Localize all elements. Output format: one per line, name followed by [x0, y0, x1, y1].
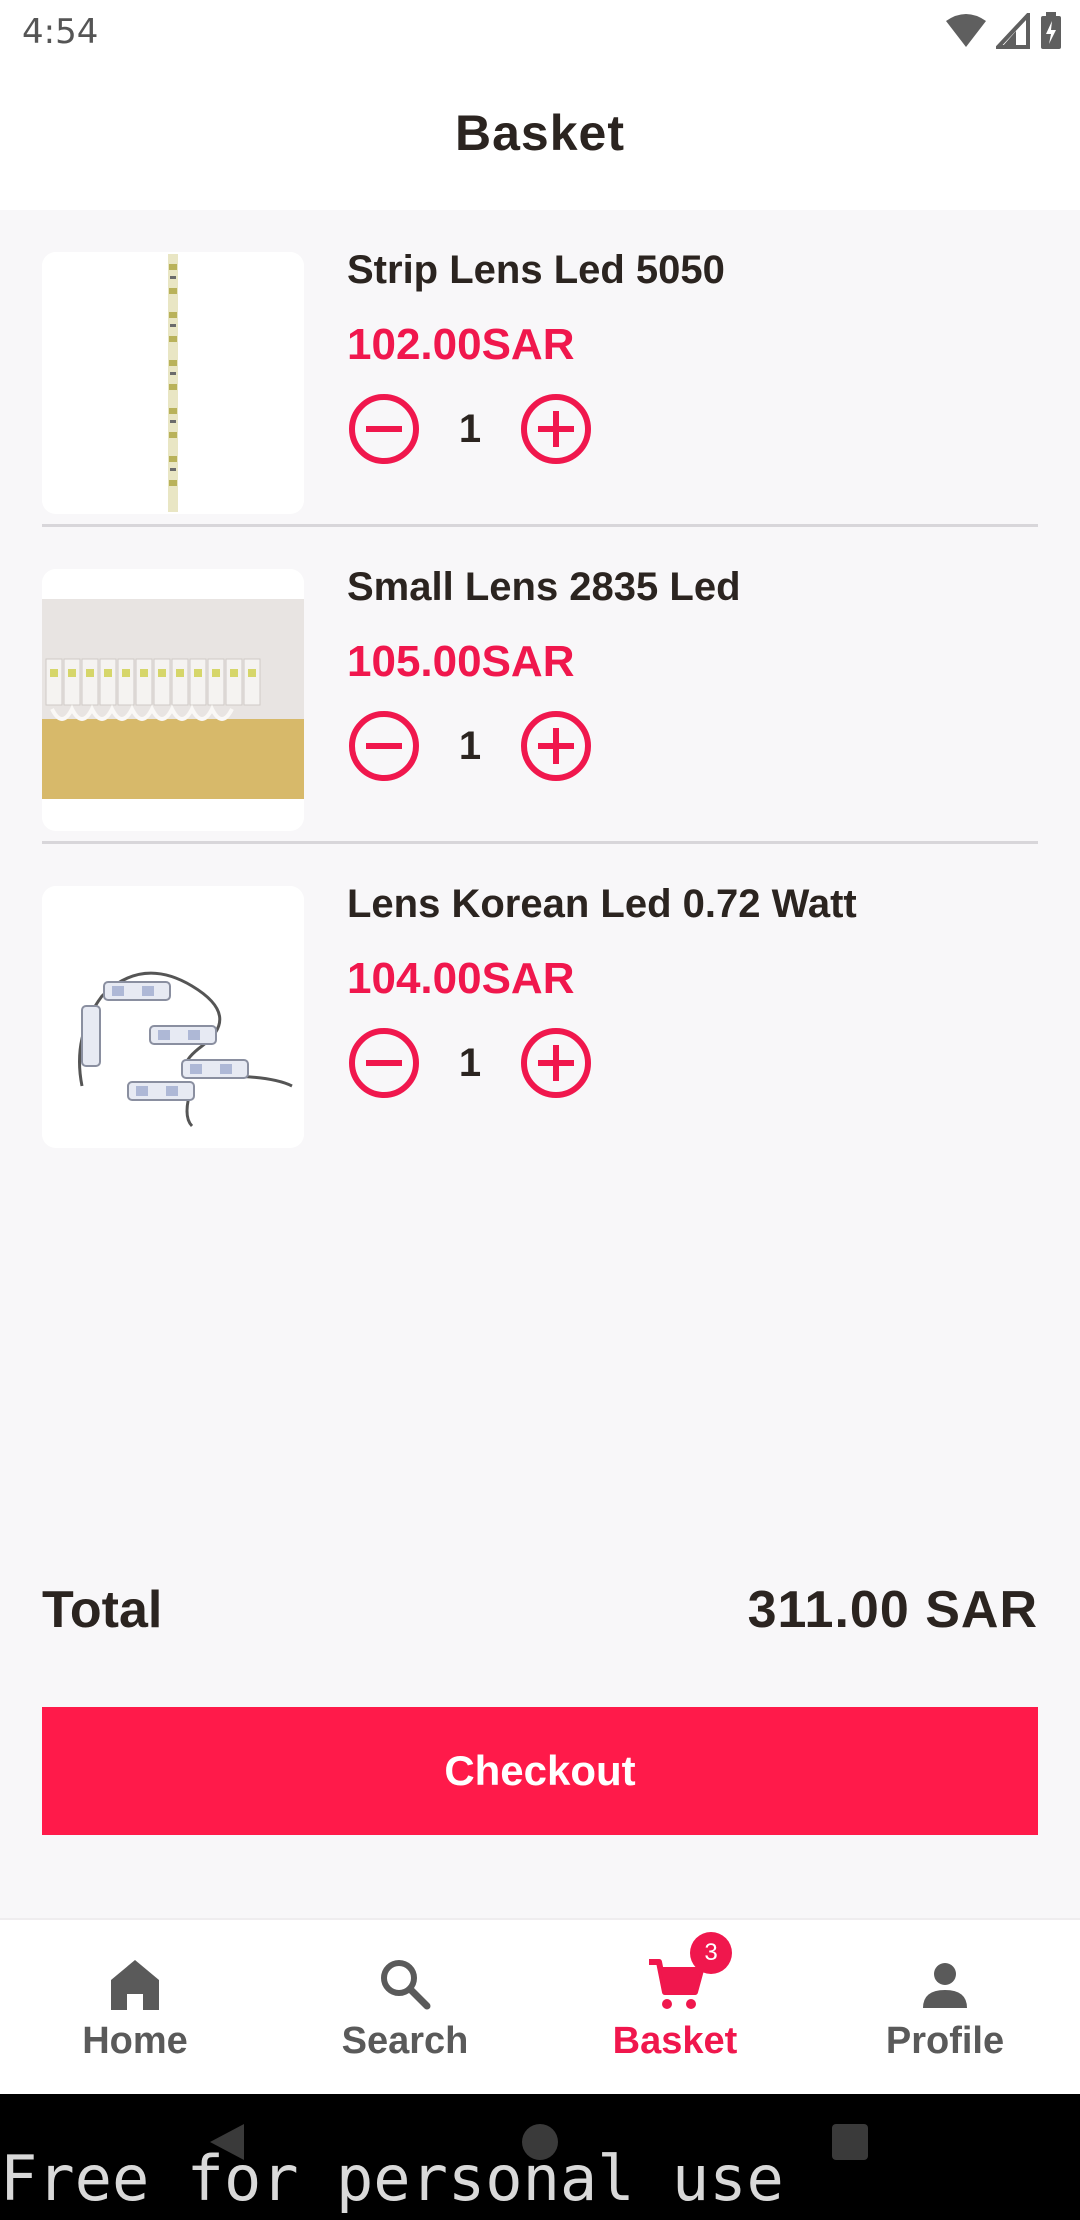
quantity-value: 1	[458, 406, 482, 451]
item-price: 104.00SAR	[347, 954, 575, 1003]
led-modules-box-image[interactable]	[42, 569, 304, 831]
nav-item-search[interactable]: Search	[270, 1920, 540, 2096]
item-name: Small Lens 2835 Led	[347, 565, 741, 609]
cart-badge: 3	[690, 1932, 732, 1974]
quantity-value: 1	[458, 723, 482, 768]
item-price: 105.00SAR	[347, 637, 575, 686]
nav-item-basket[interactable]: Basket	[540, 1920, 810, 2096]
minus-circle-icon[interactable]	[347, 709, 421, 783]
product-image	[42, 569, 304, 831]
signal-icon	[996, 13, 1030, 49]
checkout-button[interactable]: Checkout	[42, 1707, 1038, 1835]
nav-label: Basket	[612, 2020, 738, 2062]
status-time: 4:54	[22, 12, 99, 52]
battery-icon	[1041, 12, 1061, 49]
app-header: Basket	[0, 64, 1080, 210]
watermark: Free for personal use	[0, 2142, 784, 2215]
plus-circle-icon[interactable]	[519, 1026, 593, 1100]
plus-circle-icon[interactable]	[519, 709, 593, 783]
status-bar: 4:54	[0, 0, 1080, 64]
quantity-stepper: 1	[347, 392, 593, 466]
item-name: Lens Korean Led 0.72 Watt	[347, 882, 857, 926]
nav-label: Profile	[885, 2020, 1005, 2062]
item-name: Strip Lens Led 5050	[347, 248, 725, 292]
item-price: 102.00SAR	[347, 320, 575, 369]
minus-circle-icon[interactable]	[347, 1026, 421, 1100]
bottom-nav: Home Search Basket Profile	[0, 1918, 1080, 2096]
home-icon	[111, 1960, 159, 2010]
nav-label: Home	[82, 2020, 188, 2062]
led-module-chain-image[interactable]	[42, 886, 304, 1148]
product-image	[42, 886, 304, 1148]
total-label: Total	[42, 1581, 163, 1639]
product-image	[42, 252, 304, 514]
basket-item: Lens Korean Led 0.72 Watt 104.00SAR 1	[42, 844, 1038, 1162]
quantity-stepper: 1	[347, 1026, 593, 1100]
status-icons	[946, 12, 1062, 50]
search-icon	[381, 1960, 431, 2010]
person-icon	[923, 1963, 967, 2008]
nav-item-home[interactable]: Home	[0, 1920, 270, 2096]
basket-item: Small Lens 2835 Led 105.00SAR 1	[42, 527, 1038, 845]
plus-circle-icon[interactable]	[519, 392, 593, 466]
nav-item-profile[interactable]: Profile	[810, 1920, 1080, 2096]
led-strip-image[interactable]	[42, 252, 304, 514]
minus-circle-icon[interactable]	[347, 392, 421, 466]
nav-label: Search	[341, 2020, 469, 2062]
total-value: 311.00 SAR	[747, 1581, 1038, 1639]
quantity-stepper: 1	[347, 709, 593, 783]
basket-item: Strip Lens Led 5050 102.00SAR 1	[42, 210, 1038, 528]
recents-icon[interactable]	[828, 2120, 872, 2164]
wifi-icon	[946, 14, 986, 47]
page-title: Basket	[455, 105, 625, 161]
quantity-value: 1	[458, 1040, 482, 1085]
